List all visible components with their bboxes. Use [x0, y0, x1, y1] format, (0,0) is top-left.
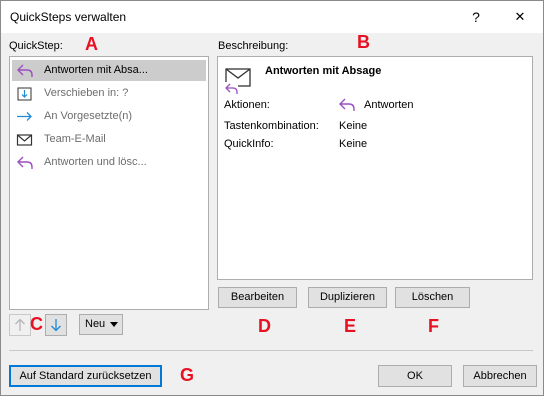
reply-icon	[17, 64, 33, 77]
quickinfo-value: Keine	[339, 138, 368, 150]
actions-label: Aktionen:	[224, 99, 270, 111]
annotation-c: C	[30, 314, 43, 334]
list-item-label: Verschieben in: ?	[44, 87, 129, 99]
new-button-label: Neu	[85, 318, 106, 330]
cancel-button[interactable]: Abbrechen	[463, 365, 537, 387]
list-item-label: Antworten mit Absa...	[44, 64, 148, 76]
window-title: QuickSteps verwalten	[10, 10, 127, 24]
reply-icon	[17, 156, 33, 169]
list-item-team-e-mail[interactable]: Team-E-Mail	[12, 129, 206, 150]
annotation-e: E	[344, 316, 357, 336]
move-up-button[interactable]	[9, 314, 31, 336]
duplicate-button[interactable]: Duplizieren	[308, 287, 387, 308]
quickstep-list-label: QuickStep:	[9, 40, 63, 52]
move-to-folder-icon	[17, 87, 32, 101]
close-button[interactable]: ✕	[506, 5, 534, 29]
shortcut-value: Keine	[339, 120, 368, 132]
list-item-label: Antworten und lösc...	[44, 156, 147, 168]
list-item-label: Team-E-Mail	[44, 133, 106, 145]
help-button[interactable]: ?	[462, 5, 490, 29]
annotation-a: A	[85, 34, 98, 54]
annotation-g: G	[180, 365, 195, 385]
list-item-antworten-und-loeschen[interactable]: Antworten und lösc...	[12, 152, 206, 173]
delete-button[interactable]: Löschen	[395, 287, 470, 308]
new-dropdown-button[interactable]: Neu	[79, 314, 123, 335]
quickstep-list[interactable]: Antworten mit Absa... Verschieben in: ? …	[9, 56, 209, 310]
list-item-an-vorgesetzte[interactable]: An Vorgesetzte(n)	[12, 106, 206, 127]
quickstep-name: Antworten mit Absage	[265, 65, 382, 77]
annotation-b: B	[357, 32, 370, 52]
description-label: Beschreibung:	[218, 40, 289, 52]
description-panel: Antworten mit Absage Aktionen: Antworten…	[217, 56, 533, 280]
separator	[9, 350, 533, 351]
list-item-antworten-mit-absage[interactable]: Antworten mit Absa...	[12, 60, 206, 81]
quickinfo-label: QuickInfo:	[224, 138, 274, 150]
actions-value: Antworten	[364, 99, 414, 111]
ok-button[interactable]: OK	[378, 365, 452, 387]
envelope-icon	[16, 134, 33, 146]
forward-arrow-icon	[17, 112, 32, 121]
reply-icon	[339, 98, 355, 111]
quickstep-envelope-reply-icon	[224, 68, 251, 95]
arrow-up-icon	[15, 318, 25, 331]
title-bar: QuickSteps verwalten ? ✕	[1, 1, 543, 33]
edit-button[interactable]: Bearbeiten	[218, 287, 297, 308]
annotation-d: D	[258, 316, 271, 336]
shortcut-label: Tastenkombination:	[224, 120, 319, 132]
arrow-down-icon	[51, 319, 61, 332]
chevron-down-icon	[110, 322, 118, 327]
reset-to-default-button[interactable]: Auf Standard zurücksetzen	[9, 365, 162, 387]
annotation-f: F	[428, 316, 439, 336]
manage-quicksteps-dialog: QuickSteps verwalten ? ✕ QuickStep: A An…	[0, 0, 544, 396]
move-down-button[interactable]	[45, 314, 67, 336]
list-item-verschieben[interactable]: Verschieben in: ?	[12, 83, 206, 104]
list-item-label: An Vorgesetzte(n)	[44, 110, 133, 122]
